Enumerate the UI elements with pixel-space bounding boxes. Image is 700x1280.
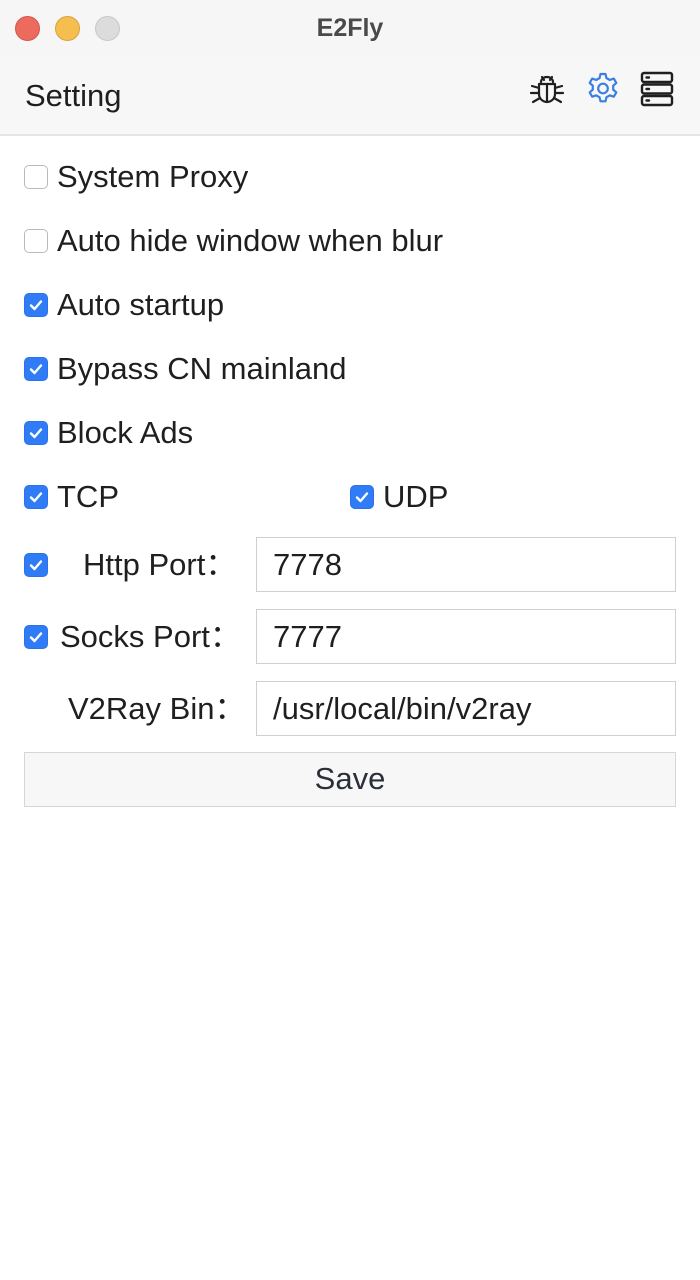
http-port-checkbox[interactable] bbox=[24, 553, 48, 577]
save-button[interactable]: Save bbox=[24, 752, 676, 807]
checkmark-icon bbox=[29, 632, 43, 643]
block-ads-option[interactable]: Block Ads bbox=[24, 413, 193, 453]
checkmark-icon bbox=[355, 492, 369, 503]
gear-icon[interactable] bbox=[584, 70, 622, 108]
system-proxy-option[interactable]: System Proxy bbox=[24, 157, 248, 197]
udp-label: UDP bbox=[383, 479, 449, 514]
checkmark-icon bbox=[29, 300, 43, 311]
v2ray-bin-label: V2Ray Bin： bbox=[68, 691, 246, 726]
socks-port-input[interactable] bbox=[256, 609, 676, 664]
auto-hide-option[interactable]: Auto hide window when blur bbox=[24, 221, 443, 261]
block-ads-checkbox[interactable] bbox=[24, 421, 48, 445]
http-port-label: Http Port： bbox=[83, 547, 237, 582]
http-port-input[interactable] bbox=[256, 537, 676, 592]
bypass-cn-option[interactable]: Bypass CN mainland bbox=[24, 349, 346, 389]
checkmark-icon bbox=[29, 428, 43, 439]
auto-hide-label: Auto hide window when blur bbox=[57, 223, 444, 258]
bypass-cn-checkbox[interactable] bbox=[24, 357, 48, 381]
auto-startup-checkbox[interactable] bbox=[24, 293, 48, 317]
tcp-checkbox[interactable] bbox=[24, 485, 48, 509]
system-proxy-label: System Proxy bbox=[57, 159, 249, 194]
checkmark-icon bbox=[29, 492, 43, 503]
checkmark-icon bbox=[29, 364, 43, 375]
block-ads-label: Block Ads bbox=[57, 415, 194, 450]
v2ray-bin-input[interactable] bbox=[256, 681, 676, 736]
page-header: Setting bbox=[0, 56, 700, 136]
udp-option[interactable]: UDP bbox=[350, 477, 448, 517]
server-list-icon[interactable] bbox=[638, 70, 676, 108]
title-bar: E2Fly bbox=[0, 0, 700, 56]
bug-icon[interactable] bbox=[528, 70, 566, 108]
page-title: Setting bbox=[25, 78, 122, 113]
system-proxy-checkbox[interactable] bbox=[24, 165, 48, 189]
window-title: E2Fly bbox=[316, 14, 384, 42]
checkmark-icon bbox=[29, 560, 43, 571]
auto-startup-label: Auto startup bbox=[57, 287, 225, 322]
app-window: E2Fly Setting System Proxy Auto hide win… bbox=[0, 0, 700, 1280]
auto-hide-checkbox[interactable] bbox=[24, 229, 48, 253]
socks-port-toggle[interactable] bbox=[24, 617, 48, 657]
udp-checkbox[interactable] bbox=[350, 485, 374, 509]
http-port-toggle[interactable] bbox=[24, 545, 48, 585]
socks-port-label: Socks Port： bbox=[60, 619, 241, 654]
socks-port-checkbox[interactable] bbox=[24, 625, 48, 649]
bypass-cn-label: Bypass CN mainland bbox=[57, 351, 347, 386]
tcp-option[interactable]: TCP bbox=[24, 477, 119, 517]
auto-startup-option[interactable]: Auto startup bbox=[24, 285, 224, 325]
tcp-label: TCP bbox=[57, 479, 119, 514]
